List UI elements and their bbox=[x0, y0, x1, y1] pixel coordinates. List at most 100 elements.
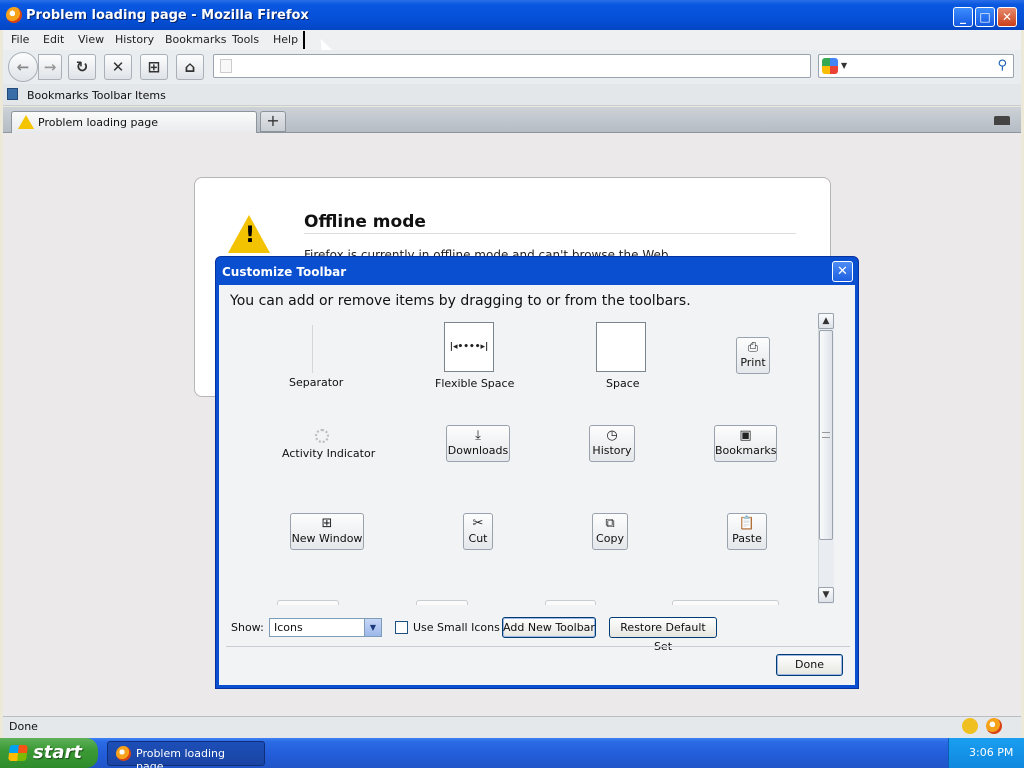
minimize-button[interactable]: _ bbox=[953, 7, 973, 27]
downloads-item[interactable]: ⤓ Downloads bbox=[446, 425, 510, 462]
tab-list-icon[interactable] bbox=[994, 116, 1010, 125]
menu-bookmarks[interactable]: Bookmarks bbox=[165, 33, 226, 46]
forward-button[interactable]: → bbox=[38, 54, 62, 80]
system-tray: 3:06 PM bbox=[948, 738, 1024, 768]
palette-item-partial[interactable] bbox=[277, 600, 339, 605]
chevron-down-icon[interactable]: ▼ bbox=[364, 619, 381, 636]
menu-edit[interactable]: Edit bbox=[43, 33, 64, 46]
downloads-icon: ⤓ bbox=[475, 428, 481, 443]
firefox-status-icon[interactable] bbox=[986, 718, 1002, 734]
palette-item-partial[interactable] bbox=[416, 600, 468, 605]
chevron-down-icon[interactable]: ▼ bbox=[841, 61, 847, 70]
menu-view[interactable]: View bbox=[78, 33, 104, 46]
history-item[interactable]: ◷ History bbox=[589, 425, 635, 462]
firefox-logo-icon bbox=[6, 7, 22, 23]
stop-button[interactable]: ✕ bbox=[104, 54, 132, 80]
status-bar bbox=[3, 716, 1021, 738]
small-icons-checkbox[interactable] bbox=[395, 621, 408, 634]
google-logo-icon[interactable] bbox=[822, 58, 838, 74]
print-item[interactable]: ⎙ Print bbox=[736, 337, 770, 374]
small-icons-label[interactable]: Use Small Icons bbox=[413, 621, 500, 634]
scroll-up-button[interactable]: ▲ bbox=[818, 313, 834, 329]
url-bar[interactable] bbox=[213, 54, 811, 78]
copy-label: Copy bbox=[596, 532, 624, 545]
home-button[interactable]: ⌂ bbox=[176, 54, 204, 80]
show-select[interactable]: Icons ▼ bbox=[269, 618, 382, 637]
home-icon: ⌂ bbox=[184, 58, 196, 76]
close-window-button[interactable]: ✕ bbox=[997, 7, 1017, 27]
warning-exclamation-mark: ! bbox=[245, 223, 256, 248]
copy-item[interactable]: ⧉ Copy bbox=[592, 513, 628, 550]
menu-bar: File Edit View History Bookmarks Tools H… bbox=[3, 30, 1021, 50]
error-divider bbox=[304, 233, 796, 234]
new-tab-button[interactable]: ⊞ bbox=[140, 54, 168, 80]
flexible-space-item[interactable]: |◂••••▸| bbox=[444, 322, 494, 372]
window-title: Problem loading page - Mozilla Firefox bbox=[26, 8, 309, 23]
menu-file[interactable]: File bbox=[11, 33, 29, 46]
separator-item-icon[interactable] bbox=[312, 325, 313, 373]
done-button[interactable]: Done bbox=[776, 654, 843, 676]
window-titlebar[interactable]: Problem loading page - Mozilla Firefox bbox=[0, 0, 1024, 30]
dialog-title: Customize Toolbar bbox=[222, 265, 347, 279]
status-text: Done bbox=[9, 720, 38, 733]
paste-item[interactable]: 📋 Paste bbox=[727, 513, 767, 550]
tab-label: Problem loading page bbox=[38, 116, 158, 129]
space-label: Space bbox=[606, 377, 640, 390]
dialog-close-button[interactable]: ✕ bbox=[832, 261, 853, 282]
scroll-down-button[interactable]: ▼ bbox=[818, 587, 834, 603]
new-window-label: New Window bbox=[291, 532, 363, 545]
add-new-toolbar-button[interactable]: Add New Toolbar bbox=[502, 617, 596, 638]
arrow-right-icon: → bbox=[43, 58, 57, 76]
reload-button[interactable]: ↻ bbox=[68, 54, 96, 80]
space-item[interactable] bbox=[596, 322, 646, 372]
flexible-space-icon: |◂••••▸| bbox=[449, 342, 489, 352]
page-icon bbox=[220, 59, 232, 73]
taskbar-item-firefox[interactable]: Problem loading page... bbox=[107, 741, 265, 768]
windows-logo-icon bbox=[8, 745, 28, 761]
menu-help[interactable]: Help bbox=[273, 33, 298, 46]
drag-insertion-cursor bbox=[303, 31, 305, 49]
search-bar[interactable]: ▼ ⚲ bbox=[818, 54, 1014, 78]
clock-icon: ◷ bbox=[606, 428, 618, 443]
bookmarks-toolbar-items[interactable]: Bookmarks Toolbar Items bbox=[27, 89, 166, 102]
bookmarks-folder-icon bbox=[7, 88, 18, 100]
error-title: Offline mode bbox=[304, 212, 426, 232]
smiley-addon-icon[interactable] bbox=[962, 718, 978, 734]
reload-icon: ↻ bbox=[75, 58, 89, 76]
dialog-instructions: You can add or remove items by dragging … bbox=[230, 293, 691, 309]
warning-icon bbox=[18, 115, 34, 129]
flexible-space-label: Flexible Space bbox=[435, 377, 515, 390]
show-select-value: Icons bbox=[274, 621, 303, 634]
cut-label: Cut bbox=[468, 532, 488, 545]
separator-label: Separator bbox=[289, 376, 344, 389]
clipboard-icon: 📋 bbox=[738, 516, 756, 531]
start-label: start bbox=[33, 742, 82, 763]
scroll-grip-icon bbox=[822, 432, 830, 438]
menu-history[interactable]: History bbox=[115, 33, 154, 46]
firefox-logo-icon bbox=[116, 746, 131, 761]
bookmarks-icon: ▣ bbox=[739, 428, 752, 443]
taskbar-item-label: Problem loading page... bbox=[136, 747, 225, 768]
paste-label: Paste bbox=[732, 532, 762, 545]
scissors-icon: ✂ bbox=[472, 516, 484, 531]
activity-indicator-icon[interactable] bbox=[315, 429, 329, 443]
new-window-item[interactable]: ⊞ New Window bbox=[290, 513, 364, 550]
stop-icon: ✕ bbox=[111, 58, 125, 76]
history-label: History bbox=[592, 444, 632, 457]
new-tab-plus-button[interactable]: + bbox=[260, 111, 286, 132]
palette-item-partial[interactable] bbox=[672, 600, 779, 605]
bookmarks-item[interactable]: ▣ Bookmarks bbox=[714, 425, 777, 462]
magnifier-icon[interactable]: ⚲ bbox=[997, 58, 1007, 73]
palette-item-partial[interactable] bbox=[545, 600, 596, 605]
back-button[interactable]: ← bbox=[8, 52, 38, 82]
cut-item[interactable]: ✂ Cut bbox=[463, 513, 493, 550]
activity-indicator-label: Activity Indicator bbox=[282, 447, 376, 460]
menu-tools[interactable]: Tools bbox=[232, 33, 259, 46]
maximize-button[interactable]: □ bbox=[975, 7, 995, 27]
copy-icon: ⧉ bbox=[605, 516, 615, 531]
new-window-icon: ⊞ bbox=[321, 516, 333, 531]
tab-problem-loading[interactable]: Problem loading page bbox=[11, 111, 257, 133]
clock: 3:06 PM bbox=[969, 746, 1014, 759]
start-button[interactable]: start bbox=[0, 738, 98, 768]
restore-default-set-button[interactable]: Restore Default Set bbox=[609, 617, 717, 653]
